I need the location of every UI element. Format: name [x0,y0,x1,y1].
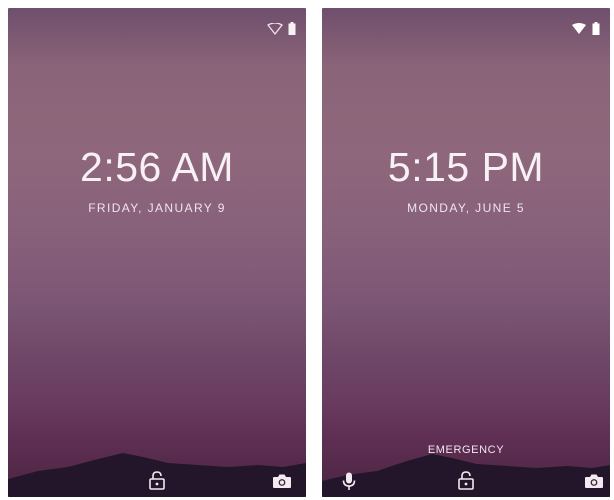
clock-time: 2:56 AM [80,144,234,190]
wifi-icon [572,22,586,34]
microphone-icon[interactable] [342,472,356,491]
lock-icon[interactable] [458,471,474,490]
camera-icon[interactable] [272,473,292,489]
wifi-outline-icon [267,22,283,35]
battery-icon [288,22,296,35]
clock-date: FRIDAY, JANUARY 9 [88,201,226,215]
lockscreen-right: 5:15 PM MONDAY, JUNE 5 EMERGENCY [322,8,610,497]
status-bar [267,22,296,35]
status-bar [571,22,600,35]
comparison-figure: 2:56 AM FRIDAY, JANUARY 9 5:15 PM MONDAY… [0,0,614,500]
camera-icon[interactable] [584,473,604,489]
clock-date: MONDAY, JUNE 5 [407,201,525,215]
battery-icon [592,22,600,35]
clock-time: 5:15 PM [387,144,545,190]
lockscreen-left: 2:56 AM FRIDAY, JANUARY 9 [8,8,306,497]
lock-icon[interactable] [149,471,165,490]
emergency-button[interactable]: EMERGENCY [322,444,610,456]
